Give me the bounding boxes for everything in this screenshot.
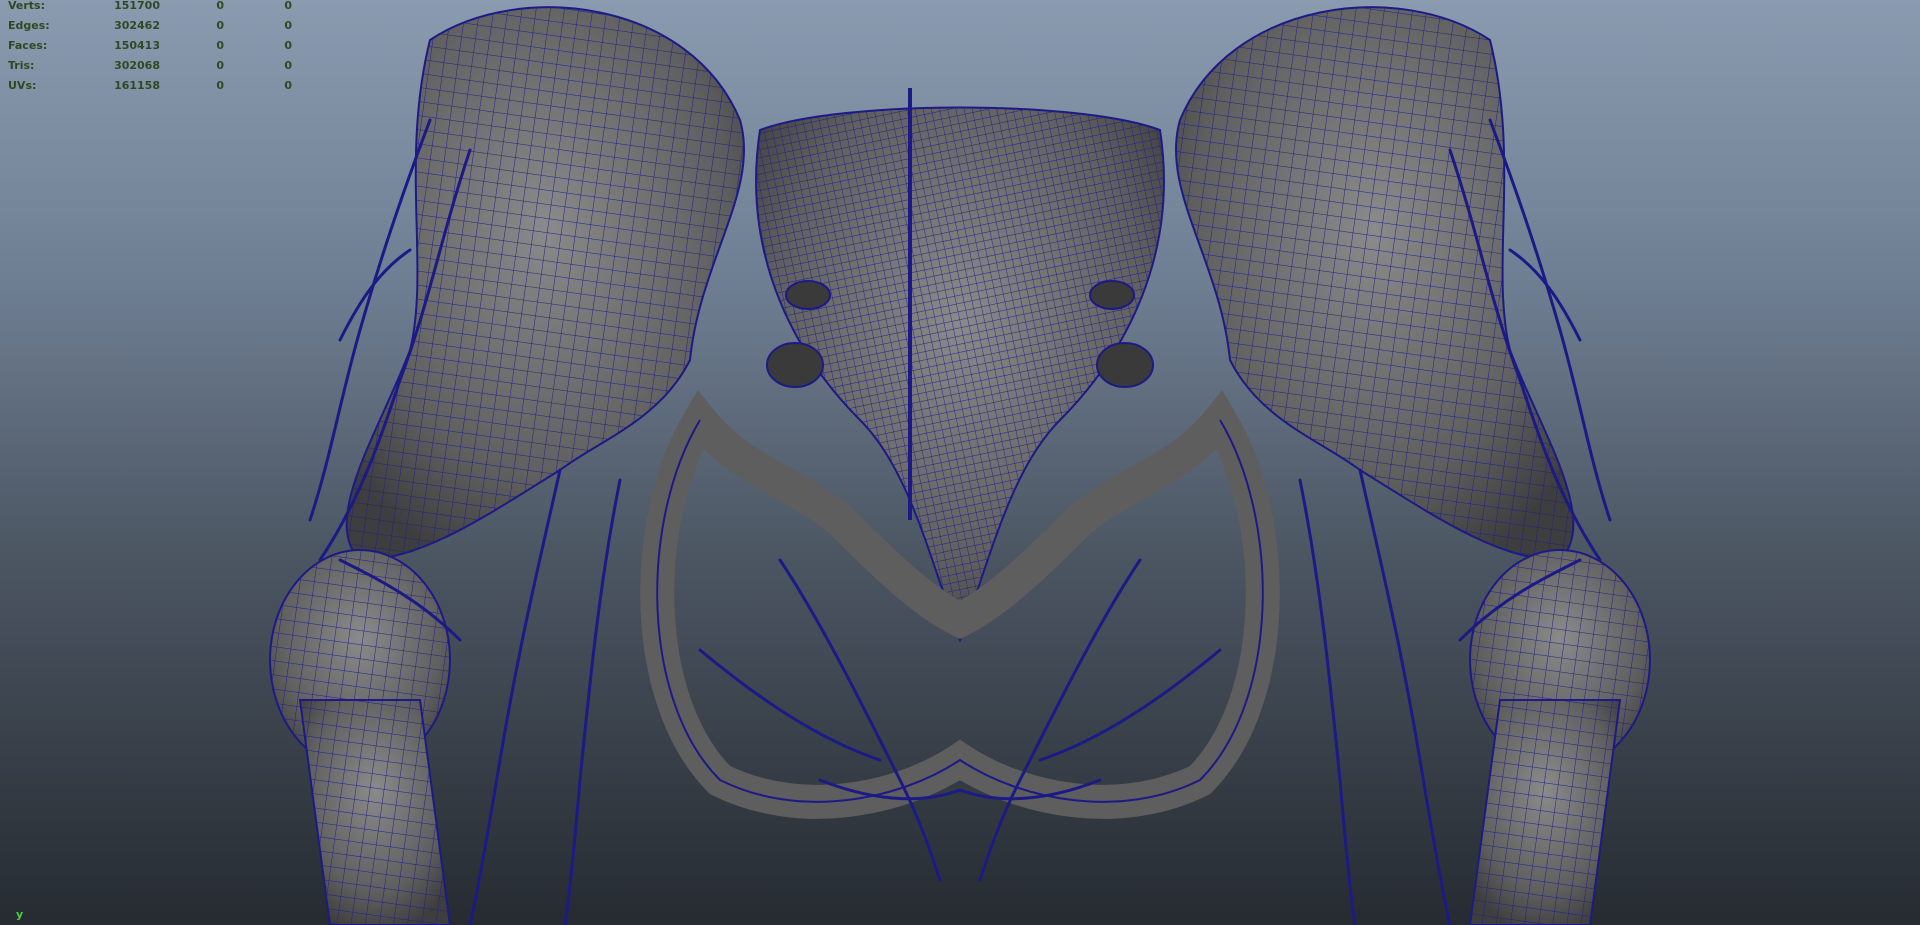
hud-label: Verts:: [8, 0, 46, 12]
hud-row-edges: Edges: 302462 0 0: [8, 16, 292, 36]
hud-label: Edges:: [8, 19, 50, 32]
hud-value: 302462: [114, 19, 160, 32]
hud-row-uvs: UVs: 161158 0 0: [8, 76, 292, 96]
hud-value: 0: [216, 0, 224, 12]
right-femur: [1468, 549, 1651, 925]
hud-value: 151700: [114, 0, 160, 12]
hud-row-faces: Faces: 150413 0 0: [8, 36, 292, 56]
hud-value: 302068: [114, 59, 160, 72]
hud-value: 150413: [114, 39, 160, 52]
hud-value: 161158: [114, 79, 160, 92]
hud-value: 0: [216, 79, 224, 92]
hud-label: Tris:: [8, 59, 35, 72]
hud-label: Faces:: [8, 39, 48, 52]
hud-value: 0: [216, 59, 224, 72]
3d-viewport[interactable]: Verts: 151700 0 0 Edges: 302462 0 0 Face…: [0, 0, 1920, 925]
hud-value: 0: [284, 39, 292, 52]
hud-value: 0: [216, 39, 224, 52]
hud-value: 0: [216, 19, 224, 32]
hud-row-verts: Verts: 151700 0 0: [8, 0, 292, 16]
hud-value: 0: [284, 59, 292, 72]
hud-value: 0: [284, 0, 292, 12]
hud-row-tris: Tris: 302068 0 0: [8, 56, 292, 76]
hud-label: UVs:: [8, 79, 37, 92]
sacrum: [755, 88, 1165, 643]
pelvis-wireframe-model[interactable]: [0, 0, 1920, 925]
hud-value: 0: [284, 79, 292, 92]
hud-value: 0: [284, 19, 292, 32]
left-femur: [269, 549, 452, 925]
poly-count-hud: Verts: 151700 0 0 Edges: 302462 0 0 Face…: [8, 0, 292, 96]
axis-indicator: y: [16, 908, 24, 921]
